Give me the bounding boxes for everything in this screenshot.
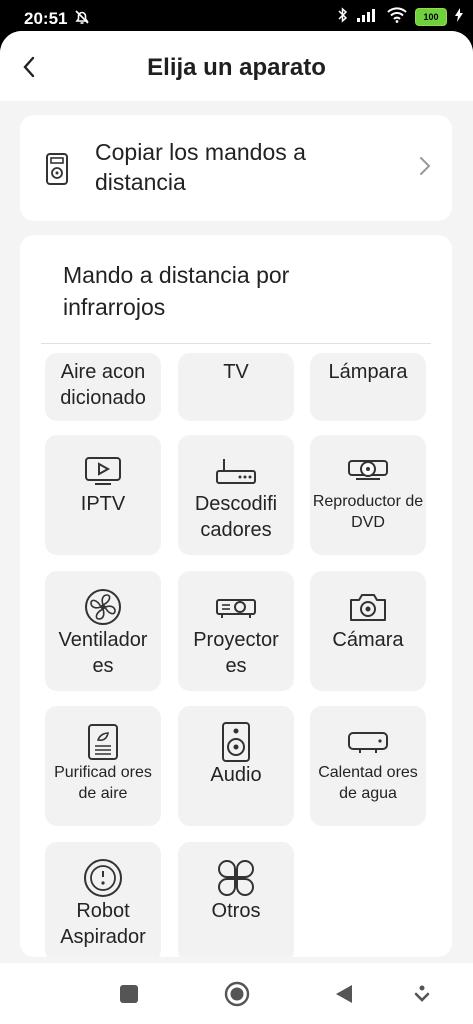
device-label: Reproductor de DVD: [312, 493, 424, 531]
infrared-remotes-card: Mando a distancia por infrarrojos Aire a…: [20, 235, 452, 957]
device-tile-robot-vacuum[interactable]: Robot Aspirador: [45, 842, 161, 957]
device-label: Calentad ores de agua: [318, 764, 418, 802]
wifi-icon: [387, 6, 407, 28]
section-title: Mando a distancia por infrarrojos: [63, 262, 290, 320]
device-tile-tv[interactable]: TV: [178, 353, 294, 421]
device-label: Ventilador es: [58, 629, 148, 677]
robot-vacuum-icon: [79, 858, 127, 898]
device-tile-audio[interactable]: Audio: [178, 706, 294, 826]
page-title: Elija un aparato: [147, 54, 326, 81]
projector-icon: [212, 587, 260, 627]
status-time: 20:51: [24, 9, 68, 28]
home-circle-icon: [224, 981, 250, 1007]
fan-icon: [79, 587, 127, 627]
top-bar: Elija un aparato: [0, 31, 473, 101]
device-tile-decoder[interactable]: Descodifi cadores: [178, 435, 294, 555]
do-not-disturb-icon: [73, 8, 91, 26]
back-nav-button[interactable]: [334, 983, 354, 1010]
device-selection-screen: Elija un aparato Copiar los mandos a dis…: [0, 31, 473, 963]
device-tile-air-conditioner[interactable]: Aire acon dicionado: [45, 353, 161, 421]
device-label: Audio: [210, 764, 262, 786]
chevron-down-icon: [414, 985, 430, 1002]
system-nav-bar: [0, 963, 473, 1024]
device-tile-lamp[interactable]: Lámpara: [310, 353, 426, 421]
device-tile-water-heater[interactable]: Calentad ores de agua: [310, 706, 426, 826]
device-tile-iptv[interactable]: IPTV: [45, 435, 161, 555]
copy-remotes-label: Copiar los mandos a distancia: [95, 139, 306, 195]
device-label: Cámara: [332, 629, 404, 651]
bluetooth-icon: [337, 6, 349, 28]
signal-icon: [357, 8, 379, 27]
square-icon: [120, 985, 138, 1003]
nav-extra-button[interactable]: [413, 983, 431, 1010]
chevron-right-icon: [418, 155, 432, 177]
divider: [41, 343, 431, 344]
water-heater-icon: [344, 722, 392, 762]
others-icon: [212, 858, 260, 898]
device-label: TV: [223, 361, 249, 383]
status-bar: 20:51 100: [0, 0, 473, 34]
device-tile-fan[interactable]: Ventilador es: [45, 571, 161, 691]
device-tile-camera[interactable]: Cámara: [310, 571, 426, 691]
device-label: Aire acon dicionado: [60, 361, 146, 409]
device-tile-others[interactable]: Otros: [178, 842, 294, 957]
remote-icon: [45, 152, 69, 186]
speaker-icon: [212, 722, 260, 762]
decoder-icon: [212, 451, 260, 491]
iptv-icon: [79, 451, 127, 491]
device-label: Lámpara: [328, 361, 408, 383]
device-tile-dvd-player[interactable]: Reproductor de DVD: [310, 435, 426, 555]
dvd-player-icon: [344, 451, 392, 491]
battery-icon: 100: [415, 8, 447, 26]
device-label: Robot Aspirador: [60, 900, 146, 948]
device-tile-projector[interactable]: Proyector es: [178, 571, 294, 691]
camera-icon: [344, 587, 392, 627]
device-label: Purificad ores de aire: [54, 764, 152, 802]
air-purifier-icon: [79, 722, 127, 762]
device-label: Proyector es: [193, 629, 279, 677]
device-label: Descodifi cadores: [194, 493, 278, 541]
device-tile-air-purifier[interactable]: Purificad ores de aire: [45, 706, 161, 826]
recents-button[interactable]: [118, 983, 140, 1010]
charging-icon: [455, 7, 463, 27]
device-label: IPTV: [80, 493, 126, 515]
triangle-back-icon: [336, 985, 352, 1003]
home-button[interactable]: [224, 981, 250, 1012]
device-label: Otros: [211, 900, 261, 922]
copy-remotes-card[interactable]: Copiar los mandos a distancia: [20, 115, 452, 221]
